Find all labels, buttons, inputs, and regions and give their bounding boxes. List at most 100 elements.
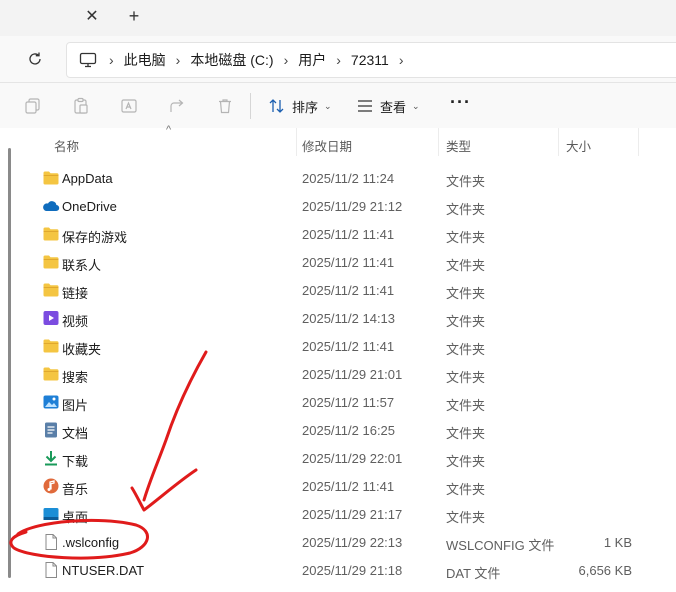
view-label: 查看: [380, 99, 407, 115]
column-divider[interactable]: [296, 128, 297, 156]
file-type: 文件夹: [446, 258, 486, 273]
file-row[interactable]: 链接 2025/11/2 11:41 文件夹: [0, 276, 676, 304]
file-row[interactable]: 图片 2025/11/2 11:57 文件夹: [0, 388, 676, 416]
file-name[interactable]: 链接: [62, 283, 88, 302]
file-name[interactable]: NTUSER.DAT: [62, 563, 144, 578]
column-divider[interactable]: [638, 128, 639, 156]
breadcrumb-separator[interactable]: ›: [326, 52, 351, 68]
refresh-icon[interactable]: [24, 48, 46, 70]
rename-icon[interactable]: [118, 95, 140, 117]
file-modified-date: 2025/11/2 11:41: [302, 255, 395, 270]
folder-icon: [42, 253, 60, 271]
file-row[interactable]: 桌面 2025/11/29 21:17 文件夹: [0, 500, 676, 528]
paste-icon[interactable]: [70, 95, 92, 117]
file-size: 6,656 KB: [578, 563, 633, 578]
more-options-button[interactable]: ···: [450, 92, 471, 113]
file-type: 文件夹: [446, 230, 486, 245]
videos-folder-icon: [42, 309, 60, 327]
column-header-row: ^ 名称 修改日期 类型 大小: [0, 124, 676, 156]
sort-icon: [269, 99, 284, 113]
file-name[interactable]: 收藏夹: [62, 339, 101, 358]
file-name[interactable]: 搜索: [62, 367, 88, 386]
column-type[interactable]: 类型: [446, 136, 471, 155]
new-tab-icon[interactable]: +: [124, 6, 144, 26]
onedrive-icon: [42, 197, 60, 215]
share-icon[interactable]: [166, 95, 188, 117]
music-folder-icon: [42, 477, 60, 495]
file-row[interactable]: .wslconfig 2025/11/29 22:13 WSLCONFIG 文件 1 …: [0, 528, 676, 556]
file-row[interactable]: 收藏夹 2025/11/2 11:41 文件夹: [0, 332, 676, 360]
file-row[interactable]: 保存的游戏 2025/11/2 11:41 文件夹: [0, 220, 676, 248]
sort-label: 排序: [292, 99, 319, 115]
file-name[interactable]: .wslconfig: [62, 535, 119, 550]
breadcrumb-separator[interactable]: ›: [389, 52, 414, 68]
file-name[interactable]: AppData: [62, 171, 113, 186]
file-name[interactable]: 桌面: [62, 507, 88, 526]
close-tab-icon[interactable]: ✕: [82, 6, 102, 26]
file-type: 文件夹: [446, 510, 486, 525]
file-type: 文件夹: [446, 202, 486, 217]
pictures-folder-icon: [42, 393, 60, 411]
desktop-folder-icon: [42, 505, 60, 523]
folder-icon: [42, 281, 60, 299]
breadcrumb-local-disk[interactable]: 本地磁盘 (C:): [190, 50, 273, 70]
file-modified-date: 2025/11/2 16:25: [302, 423, 396, 438]
column-name[interactable]: 名称: [54, 136, 79, 155]
breadcrumb-users[interactable]: 用户: [298, 50, 326, 70]
file-icon: [42, 561, 60, 579]
file-row[interactable]: 文档 2025/11/2 16:25 文件夹: [0, 416, 676, 444]
column-divider[interactable]: [438, 128, 439, 156]
breadcrumb-user-folder[interactable]: 72311: [351, 52, 389, 68]
file-row[interactable]: 联系人 2025/11/2 11:41 文件夹: [0, 248, 676, 276]
file-modified-date: 2025/11/29 22:13: [302, 535, 403, 550]
file-name[interactable]: 保存的游戏: [62, 227, 127, 246]
file-type: 文件夹: [446, 286, 486, 301]
file-name[interactable]: 下载: [62, 451, 88, 470]
file-row[interactable]: NTUSER.DAT 2025/11/29 21:18 DAT 文件 6,656 KB: [0, 556, 676, 584]
file-name[interactable]: 文档: [62, 423, 88, 442]
file-name[interactable]: 音乐: [62, 479, 88, 498]
file-type: 文件夹: [446, 314, 486, 329]
breadcrumb-this-pc[interactable]: 此电脑: [124, 50, 166, 70]
breadcrumb-separator[interactable]: ›: [99, 52, 124, 68]
delete-icon[interactable]: [214, 95, 236, 117]
file-row[interactable]: 搜索 2025/11/29 21:01 文件夹: [0, 360, 676, 388]
file-name[interactable]: 图片: [62, 395, 88, 414]
column-divider[interactable]: [558, 128, 559, 156]
file-name[interactable]: 联系人: [62, 255, 101, 274]
file-modified-date: 2025/11/2 11:41: [302, 339, 395, 354]
file-modified-date: 2025/11/29 21:17: [302, 507, 403, 522]
command-divider: [250, 93, 251, 119]
file-list: ^ 名称 修改日期 类型 大小 AppData 2025/11/2 11:24 文件…: [0, 124, 676, 592]
file-name[interactable]: OneDrive: [62, 199, 117, 214]
file-row[interactable]: AppData 2025/11/2 11:24 文件夹: [0, 164, 676, 192]
file-row[interactable]: 视频 2025/11/2 14:13 文件夹: [0, 304, 676, 332]
file-row[interactable]: 音乐 2025/11/2 11:41 文件夹: [0, 472, 676, 500]
column-size[interactable]: 大小: [566, 136, 591, 155]
folder-icon: [42, 337, 60, 355]
file-modified-date: 2025/11/2 11:41: [302, 479, 395, 494]
file-row[interactable]: OneDrive 2025/11/29 21:12 文件夹: [0, 192, 676, 220]
sort-button[interactable]: 排序 ⌄: [268, 93, 332, 119]
file-name[interactable]: 视频: [62, 311, 88, 330]
file-type: 文件夹: [446, 370, 486, 385]
address-bar[interactable]: › 此电脑 › 本地磁盘 (C:) › 用户 › 72311 ›: [66, 42, 676, 78]
address-row: › 此电脑 › 本地磁盘 (C:) › 用户 › 72311 ›: [0, 36, 676, 83]
file-modified-date: 2025/11/2 11:57: [302, 395, 395, 410]
file-type: 文件夹: [446, 398, 486, 413]
file-modified-date: 2025/11/29 21:01: [302, 367, 403, 382]
view-button[interactable]: 查看 ⌄: [356, 93, 420, 119]
breadcrumb-separator[interactable]: ›: [166, 52, 191, 68]
view-icon: [358, 100, 372, 112]
column-date[interactable]: 修改日期: [302, 136, 352, 155]
command-bar: 排序 ⌄ 查看 ⌄ ···: [0, 83, 676, 129]
chevron-down-icon: ⌄: [324, 100, 332, 111]
breadcrumb-separator[interactable]: ›: [274, 52, 299, 68]
file-modified-date: 2025/11/29 21:12: [302, 199, 403, 214]
this-pc-icon[interactable]: [77, 49, 99, 71]
copy-icon[interactable]: [22, 95, 44, 117]
file-row[interactable]: 下载 2025/11/29 22:01 文件夹: [0, 444, 676, 472]
file-modified-date: 2025/11/2 14:13: [302, 311, 396, 326]
file-modified-date: 2025/11/2 11:41: [302, 283, 395, 298]
file-icon: [42, 533, 60, 551]
